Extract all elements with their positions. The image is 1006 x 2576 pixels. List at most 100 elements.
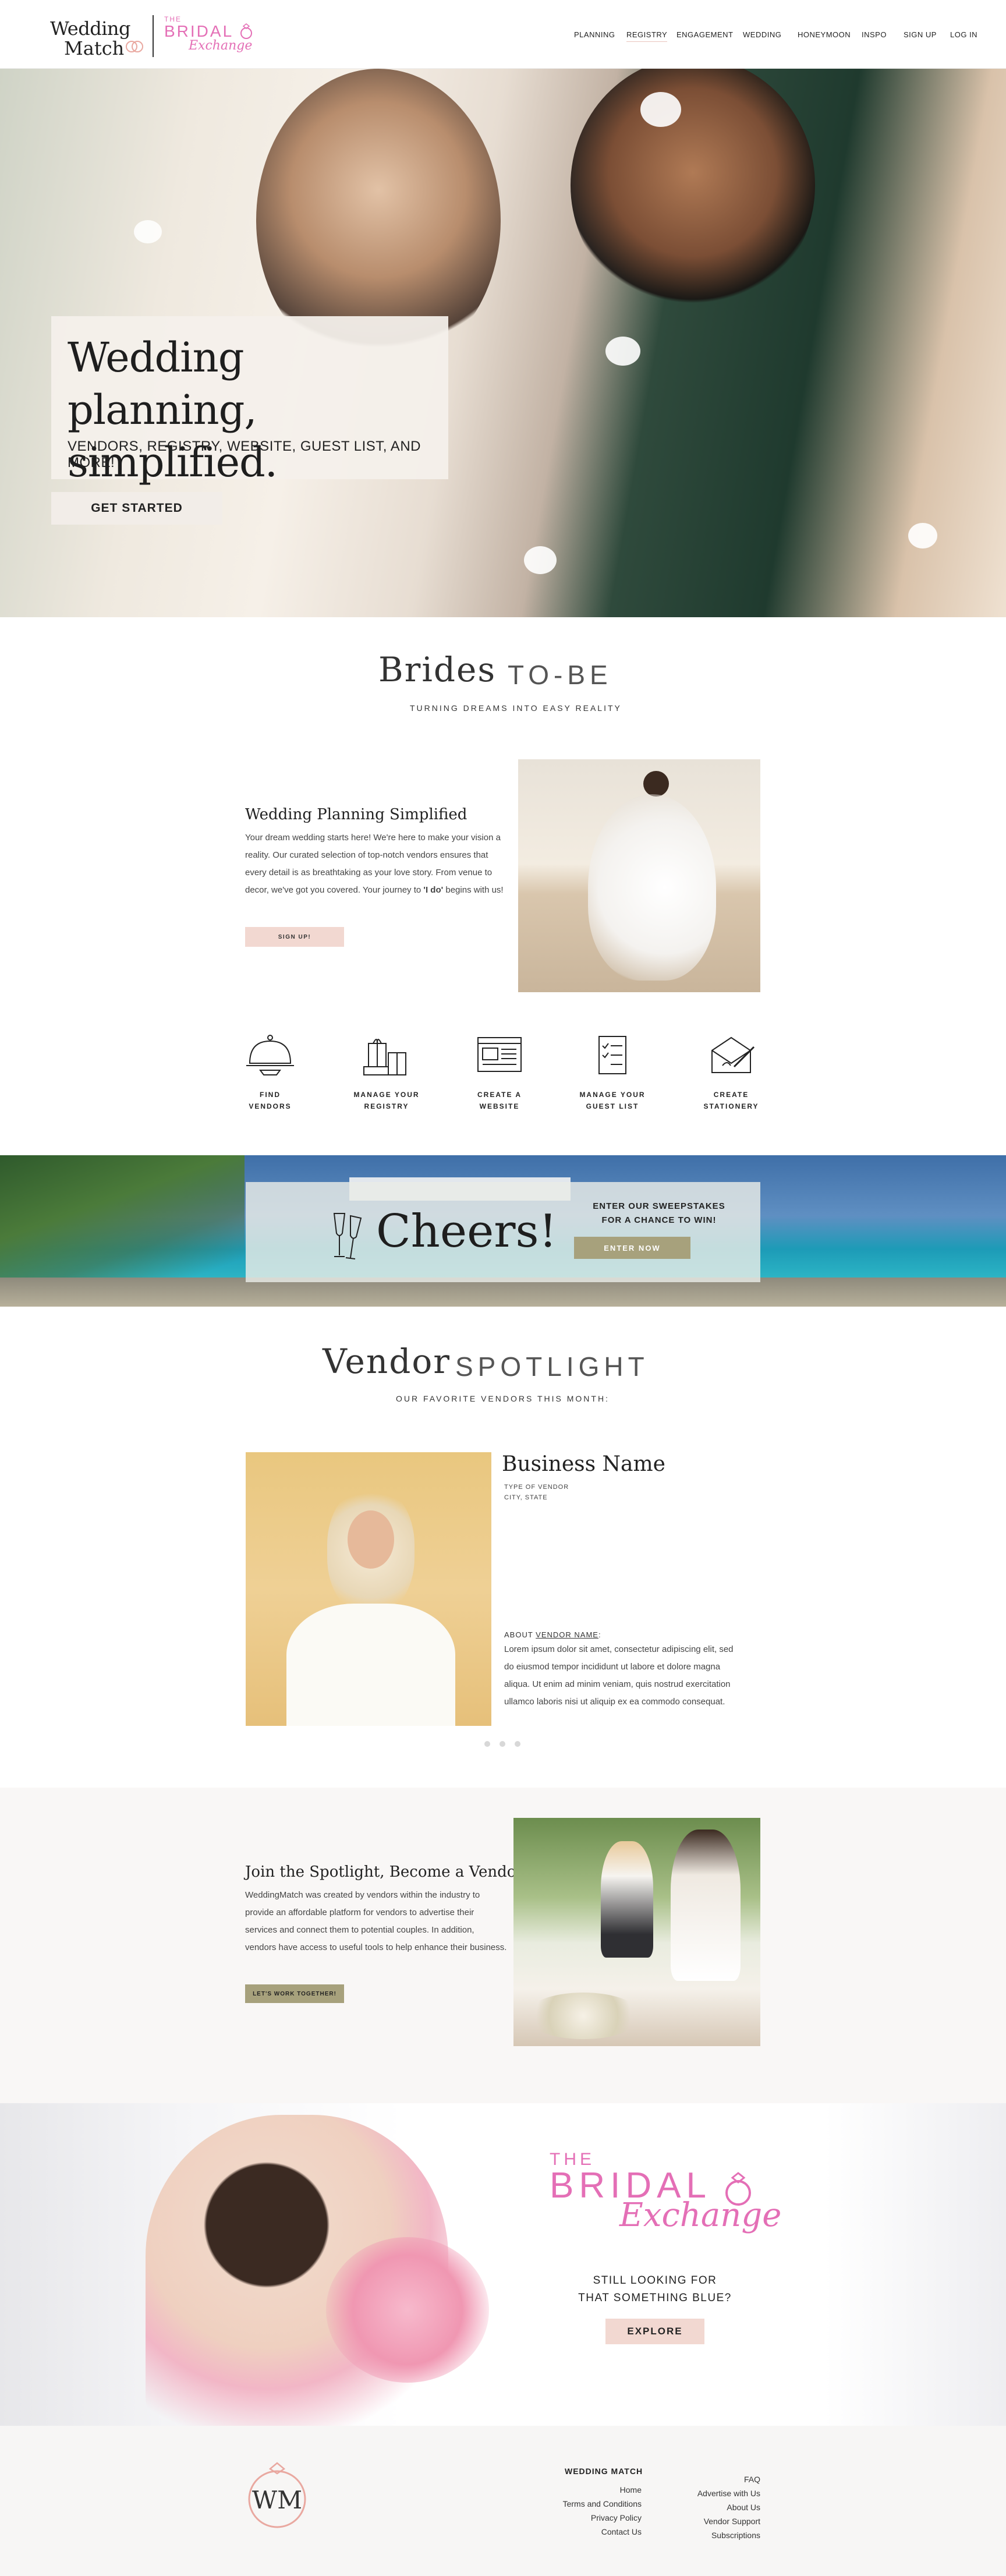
footer-link-about[interactable]: About Us [679,2503,760,2512]
bridal-exchange-logo[interactable]: THE BRIDAL Exchange [164,15,257,57]
vendor-title-suffix: SPOTLIGHT [455,1351,649,1382]
feature-label-1: MANAGE YOUR [579,1091,646,1099]
vendor-bride-photo [513,1818,760,2046]
footer-link-contact[interactable]: Contact Us [564,2527,642,2536]
site-footer: WM WEDDING MATCH Home Terms and Conditio… [0,2426,1006,2576]
bx-tagline-line2: THAT SOMETHING BLUE? [578,2292,732,2304]
feature-label-1: MANAGE YOUR [353,1091,420,1099]
feature-create-website[interactable]: CREATE A WEBSITE [453,1033,546,1112]
carousel-dot-2[interactable] [500,1741,505,1747]
peony-bouquet [326,2237,489,2383]
about-vendor-name[interactable]: VENDOR NAME [536,1630,598,1639]
rings-icon [126,41,143,52]
nav-inspo[interactable]: INSPO [862,30,887,42]
site-header: Wedding Match THE BRIDAL Exchange PLANNI… [0,0,1006,69]
footer-link-home[interactable]: Home [564,2485,642,2494]
planning-body-end: begins with us! [443,885,504,895]
hero-section: Wedding planning, simplified. VENDORS, R… [0,69,1006,617]
sweepstakes-text: ENTER OUR SWEEPSTAKES FOR A CHANCE TO WI… [572,1199,746,1227]
bride-beach-photo [518,759,760,992]
feature-label-1: CREATE [713,1091,749,1099]
feature-label-1: CREATE A [477,1091,522,1099]
footer-link-terms[interactable]: Terms and Conditions [540,2499,642,2508]
planner-figure [601,1841,653,1958]
about-label: ABOUT [504,1630,536,1639]
champagne-glasses-icon [333,1213,362,1259]
wm-monogram-logo[interactable]: WM [241,2461,313,2533]
footer-link-vendor-support[interactable]: Vendor Support [667,2517,760,2526]
explore-button[interactable]: EXPLORE [605,2319,704,2344]
hero-petal [605,337,640,366]
feature-label-2: WEBSITE [479,1102,520,1110]
monogram-text: WM [252,2486,302,2514]
bx-logo-exchange: Exchange [619,2196,782,2234]
vendor-subtitle: OUR FAVORITE VENDORS THIS MONTH: [396,1394,610,1403]
nav-log-in[interactable]: LOG IN [950,30,977,42]
footer-heading: WEDDING MATCH [565,2467,643,2476]
carousel-dot-3[interactable] [515,1741,520,1747]
website-icon [477,1037,522,1072]
feature-manage-registry[interactable]: MANAGE YOUR REGISTRY [340,1033,433,1112]
nav-registry[interactable]: REGISTRY [626,30,668,42]
bx-tagline-line1: STILL LOOKING FOR [593,2274,717,2287]
planning-body-bold: 'I do' [423,885,444,895]
nav-honeymoon[interactable]: HONEYMOON [798,30,851,42]
get-started-button[interactable]: GET STARTED [51,492,222,525]
footer-link-advertise[interactable]: Advertise with Us [667,2489,760,2498]
logo-be-exchange: Exchange [189,38,253,53]
feature-guest-list[interactable]: MANAGE YOUR GUEST LIST [566,1033,659,1112]
feature-label-2: VENDORS [249,1102,292,1110]
planning-heading: Wedding Planning Simplified [245,806,467,823]
nav-engagement[interactable]: ENGAGEMENT [676,30,733,42]
hero-petal [640,92,681,127]
carousel-dot-1[interactable] [484,1741,490,1747]
diamond-ring-icon [240,23,252,39]
enter-now-button[interactable]: ENTER NOW [574,1237,690,1259]
about-colon: : [598,1630,601,1639]
hero-petal [524,546,557,574]
feature-label-1: FIND [260,1091,281,1099]
diamond-ring-icon [725,2172,751,2206]
sweepstakes-banner: Cheers! ENTER OUR SWEEPSTAKES FOR A CHAN… [0,1155,1006,1307]
feature-label-2: REGISTRY [364,1102,409,1110]
flowers [525,1993,642,2039]
business-name: Business Name [502,1452,665,1476]
nav-planning[interactable]: PLANNING [574,30,615,42]
logo-divider [153,15,154,57]
vendor-shirt [286,1604,455,1726]
feature-label-2: STATIONERY [703,1102,759,1110]
bridal-exchange-promo: THE BRIDAL Exchange STILL LOOKING FOR TH… [0,2103,1006,2426]
bx-tagline: STILL LOOKING FOR THAT SOMETHING BLUE? [571,2272,739,2307]
logo-text-line2: Match [64,37,125,59]
brides-subtitle: TURNING DREAMS INTO EASY REALITY [410,703,622,713]
logo-text-line1: Wedding [50,17,131,40]
footer-link-faq[interactable]: FAQ [679,2475,760,2484]
feature-label-2: GUEST LIST [586,1102,639,1110]
bride-figure [671,1830,741,1981]
sign-up-button[interactable]: SIGN UP! [245,927,344,947]
brides-title-suffix: TO-BE [508,660,612,690]
about-vendor-text: Lorem ipsum dolor sit amet, consectetur … [504,1644,734,1707]
vendor-type: TYPE OF VENDOR [504,1484,569,1491]
hero-petal [134,220,162,243]
cheers-title: Cheers! [376,1205,557,1258]
nav-sign-up[interactable]: SIGN UP [904,30,937,42]
cloche-icon [246,1035,294,1075]
footer-link-subscriptions[interactable]: Subscriptions [679,2531,760,2540]
vendor-title: Vendor [323,1342,451,1381]
weddingmatch-logo[interactable]: Wedding Match [50,17,149,59]
hero-photo-groom [571,69,815,313]
nav-wedding[interactable]: WEDDING [743,30,781,42]
sweepstakes-line1: ENTER OUR SWEEPSTAKES [593,1201,725,1211]
work-together-button[interactable]: LET'S WORK TOGETHER! [245,1984,344,2003]
footer-link-privacy[interactable]: Privacy Policy [564,2513,642,2522]
brides-title: Brides [378,650,497,689]
sweepstakes-line2: FOR A CHANCE TO WIN! [601,1215,717,1225]
gifts-icon [363,1039,406,1075]
feature-stationery[interactable]: CREATE STATIONERY [685,1033,778,1112]
vendor-photo [246,1452,491,1726]
hero-petal [908,523,937,549]
bride-gown [588,794,716,981]
feature-find-vendors[interactable]: FIND VENDORS [224,1033,317,1112]
envelope-pen-icon [711,1036,755,1073]
